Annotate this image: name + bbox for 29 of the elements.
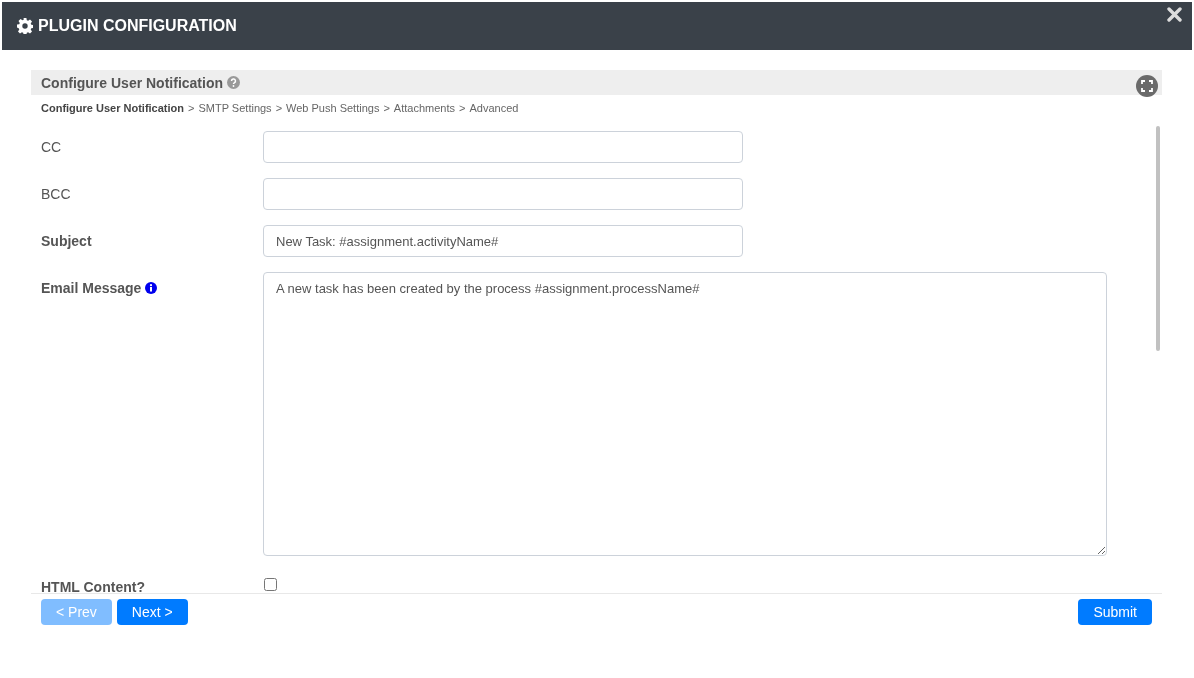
breadcrumb-separator: > [459, 102, 466, 114]
help-icon[interactable] [227, 76, 240, 89]
field-label: Subject [41, 233, 92, 249]
fullscreen-button[interactable] [1136, 75, 1158, 97]
field-label: CC [41, 139, 62, 155]
breadcrumb-separator: > [188, 102, 195, 114]
text-field[interactable] [263, 131, 743, 163]
info-icon[interactable] [145, 282, 158, 294]
breadcrumb-link[interactable]: SMTP Settings [198, 102, 272, 114]
breadcrumb-separator: > [383, 102, 390, 114]
scrollbar-thumb[interactable] [1156, 126, 1160, 351]
field-label: Email Message [41, 280, 142, 296]
breadcrumb-link[interactable]: Advanced [469, 102, 519, 114]
field-label: HTML Content? [41, 579, 145, 593]
text-field[interactable] [263, 178, 743, 210]
breadcrumb-link[interactable]: Configure User Notification [41, 102, 184, 114]
gear-icon [17, 18, 33, 34]
submit-button[interactable]: Submit [1078, 599, 1152, 625]
text-field[interactable]: New Task: #assignment.activityName# [263, 225, 743, 257]
checkbox[interactable] [264, 578, 277, 591]
field-label: BCC [41, 186, 71, 202]
dialog-title: PLUGIN CONFIGURATION [38, 17, 237, 35]
close-button[interactable] [1167, 7, 1182, 22]
message-field[interactable]: A new task has been created by the process #assignment.processName# [263, 272, 1107, 556]
breadcrumb-separator: > [275, 102, 283, 114]
next-button[interactable]: Next > [116, 599, 188, 625]
breadcrumb-link[interactable]: Web Push Settings [286, 102, 380, 114]
section-title: Configure User Notification [41, 74, 223, 91]
breadcrumb-link[interactable]: Attachments [393, 102, 455, 114]
